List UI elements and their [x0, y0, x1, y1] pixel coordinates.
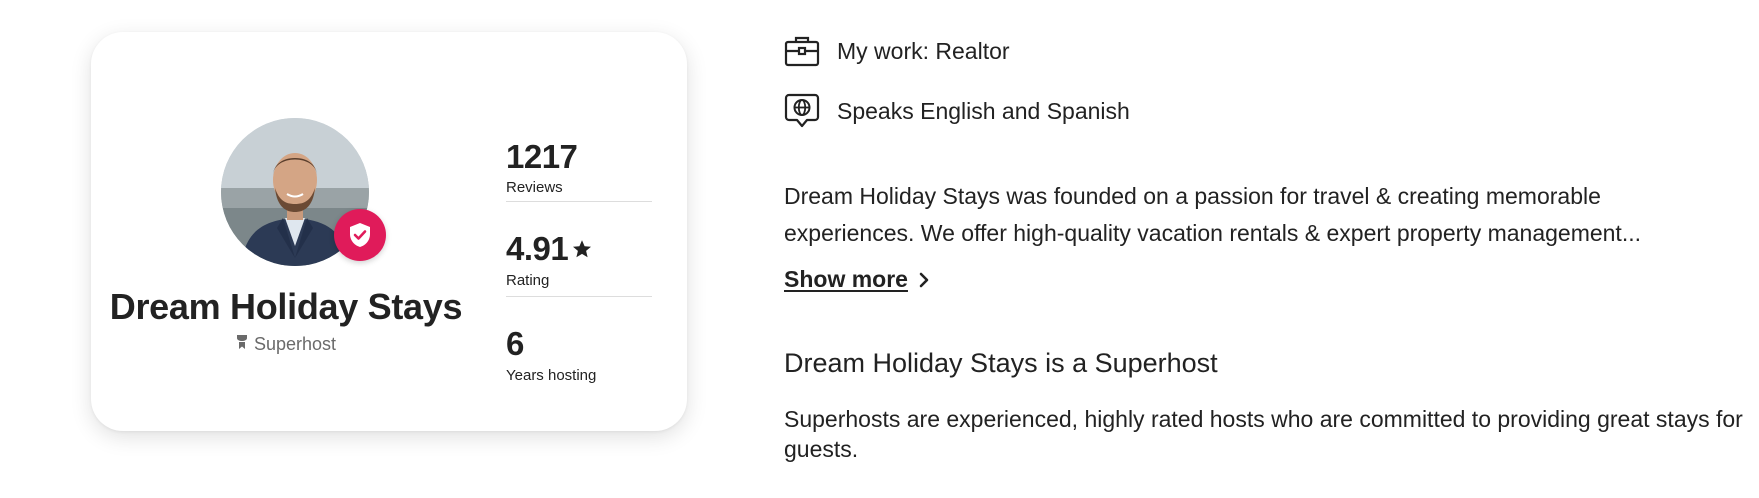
stat-rating: 4.91 Rating: [506, 201, 652, 296]
host-card[interactable]: Dream Holiday Stays Superhost 1217 Revie…: [91, 32, 687, 431]
language-globe-icon: [784, 93, 820, 129]
superhost-ribbon-icon: [236, 334, 248, 355]
stat-reviews: 1217 Reviews: [506, 106, 652, 201]
about-line: Dream Holiday Stays was founded on a pas…: [784, 183, 1601, 209]
detail-text: Speaks English and Spanish: [837, 97, 1130, 124]
star-icon: [572, 239, 592, 259]
chevron-right-icon: [918, 271, 930, 289]
host-stats: 1217 Reviews 4.91 Rating 6 Years hosting: [506, 106, 652, 391]
stat-label: Reviews: [506, 179, 563, 196]
detail-languages: Speaks English and Spanish: [784, 93, 1130, 129]
briefcase-icon: [784, 33, 820, 69]
stat-years-hosting: 6 Years hosting: [506, 296, 652, 391]
superhost-indicator: Superhost: [91, 334, 481, 355]
detail-work: My work: Realtor: [784, 33, 1010, 69]
superhost-label: Superhost: [253, 334, 337, 354]
about-line: experiences. We offer high-quality vacat…: [784, 220, 1641, 246]
host-name: Dream Holiday Stays: [109, 286, 463, 327]
stat-value: 1217: [506, 138, 578, 175]
host-profile: Dream Holiday Stays Superhost: [91, 32, 481, 431]
host-profile-section: Dream Holiday Stays Superhost 1217 Revie…: [0, 0, 1759, 498]
verified-shield-icon: [334, 209, 386, 261]
superhost-heading: Dream Holiday Stays is a Superhost: [784, 348, 1218, 378]
show-more-button[interactable]: Show more: [784, 266, 930, 293]
stat-value: 4.91: [506, 230, 569, 267]
stat-value: 6: [506, 325, 524, 362]
detail-text: My work: Realtor: [837, 37, 1010, 64]
stat-label: Years hosting: [506, 367, 597, 384]
host-about: Dream Holiday Stays was founded on a pas…: [784, 178, 1744, 252]
stat-label: Rating: [506, 272, 550, 289]
superhost-description: Superhosts are experienced, highly rated…: [784, 406, 1743, 462]
show-more-label: Show more: [784, 266, 908, 292]
stat-value-row: 4.91: [506, 232, 592, 265]
